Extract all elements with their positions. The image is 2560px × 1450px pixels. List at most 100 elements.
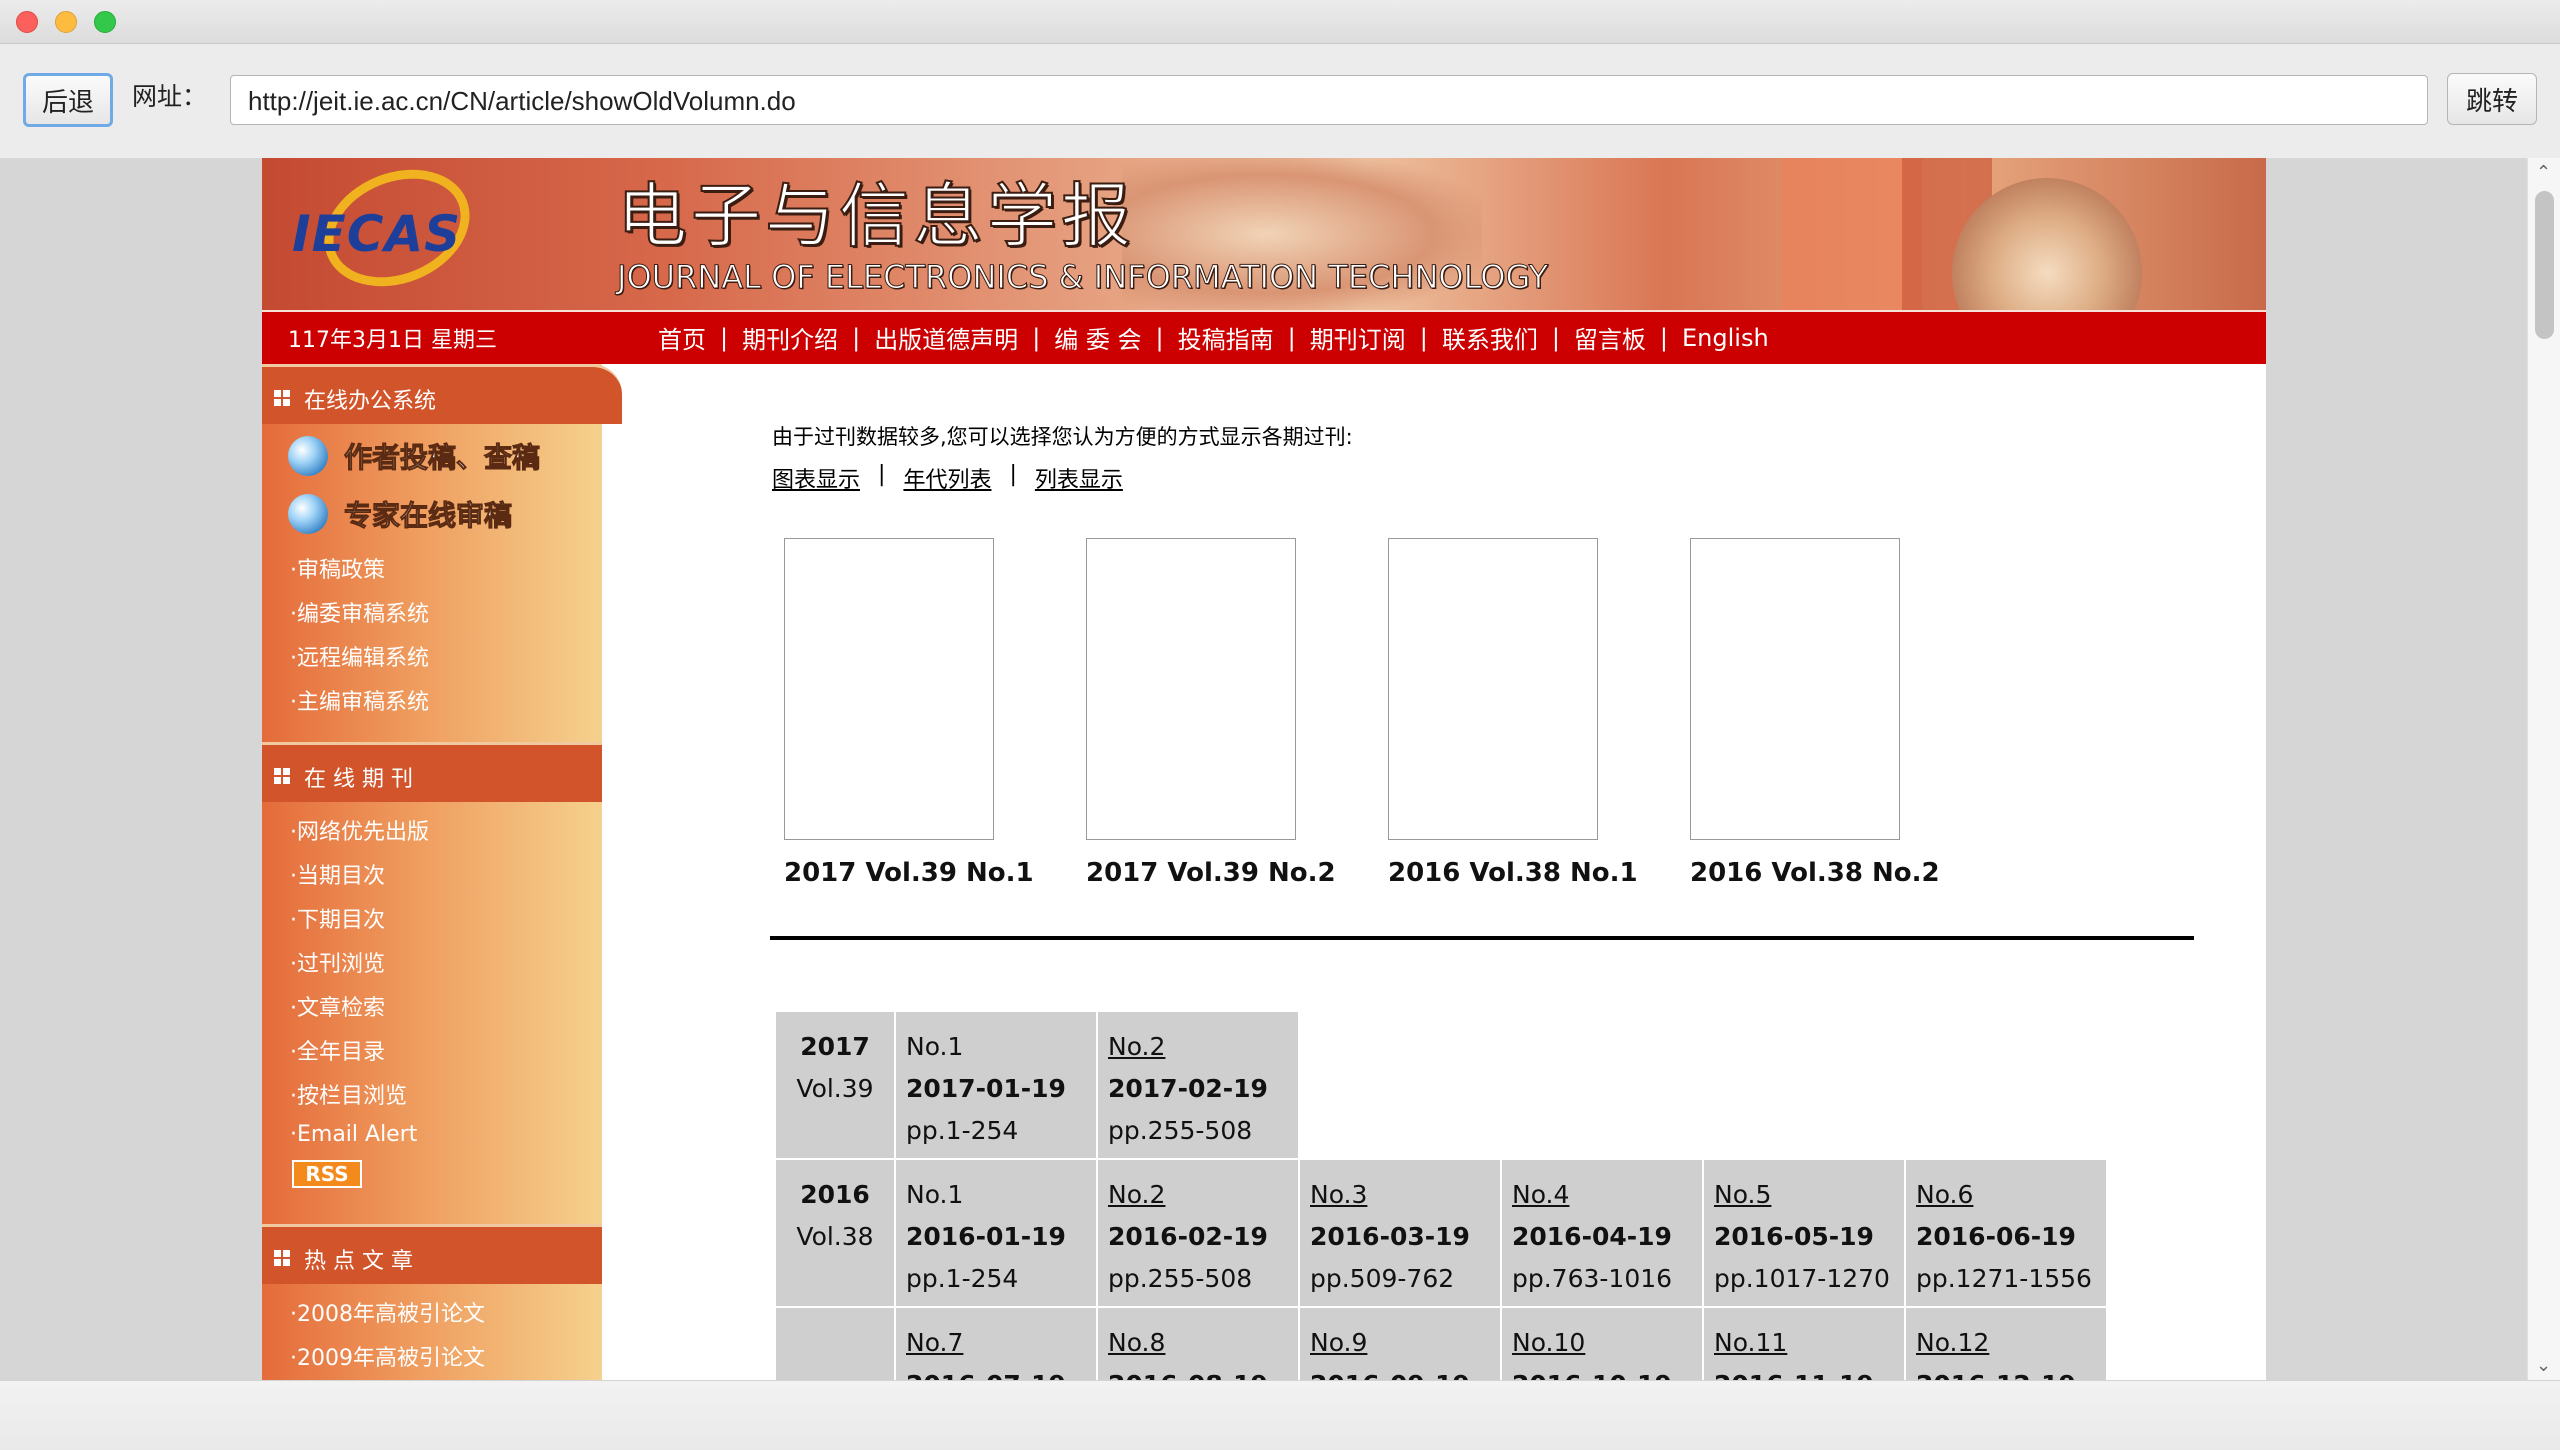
sidebar-link-review-policy[interactable]: ·审稿政策 [290, 552, 385, 584]
nav-submission-guide[interactable]: 投稿指南 [1178, 320, 1274, 355]
issue-number-link[interactable]: No.4 [1512, 1174, 1692, 1216]
issue-cell[interactable]: No.3 2016-03-19 pp.509-762 [1300, 1160, 1500, 1306]
go-button[interactable]: 跳转 [2447, 73, 2537, 125]
nav-links: 首页 | 期刊介绍 | 出版道德声明 | 编 委 会 | 投稿指南 | 期刊订阅 | 联系我… [658, 320, 1769, 355]
issue-number-link[interactable]: No.6 [1916, 1174, 2096, 1216]
issue-cell[interactable]: No.12 2016-12-19 [1906, 1308, 2106, 1380]
sidebar-link-next-issue[interactable]: ·下期目次 [290, 902, 385, 934]
sidebar-link-current-issue[interactable]: ·当期目次 [290, 858, 385, 890]
grid-icon [274, 768, 290, 784]
issue-cover-label[interactable]: 2017 Vol.39 No.1 [784, 858, 1034, 888]
minimize-window-button[interactable] [55, 11, 77, 33]
issue-pages: pp.255-508 [1108, 1116, 1253, 1145]
volume-label: Vol.39 [796, 1074, 874, 1103]
table-row: No.7 2016-07-19 No.8 2016-08-19 No.9 201… [776, 1308, 2106, 1380]
issue-number-link[interactable]: No.9 [1310, 1322, 1490, 1364]
rss-button[interactable]: RSS [292, 1160, 362, 1188]
nav-message-board[interactable]: 留言板 [1574, 320, 1646, 355]
nav-separator: | [1287, 323, 1296, 352]
sidebar-link-editor-review[interactable]: ·编委审稿系统 [290, 596, 429, 628]
journal-section-title: 在 线 期 刊 [304, 767, 413, 792]
sidebar-link-annual-index[interactable]: ·全年目录 [290, 1034, 385, 1066]
issue-cover-label[interactable]: 2016 Vol.38 No.1 [1388, 858, 1638, 888]
sidebar-link-email-alert[interactable]: ·Email Alert [290, 1122, 417, 1147]
issue-cell[interactable]: No.1 2016-01-19 pp.1-254 [896, 1160, 1096, 1306]
nav-home[interactable]: 首页 [658, 320, 706, 355]
issue-cell[interactable]: No.7 2016-07-19 [896, 1308, 1096, 1380]
issue-number: No.1 [906, 1032, 964, 1061]
zoom-window-button[interactable] [94, 11, 116, 33]
issue-number-link[interactable]: No.11 [1714, 1322, 1894, 1364]
issue-date: 2016-11-19 [1714, 1364, 1894, 1380]
issue-number-link[interactable]: No.8 [1108, 1322, 1288, 1364]
sidebar-link-article-search[interactable]: ·文章检索 [290, 990, 385, 1022]
author-submit-link[interactable]: 作者投稿、查稿 [288, 436, 541, 476]
sidebar-link-past-issues[interactable]: ·过刊浏览 [290, 946, 385, 978]
issue-cell[interactable]: No.9 2016-09-19 [1300, 1308, 1500, 1380]
issue-cell[interactable]: No.5 2016-05-19 pp.1017-1270 [1704, 1160, 1904, 1306]
sidebar-link-browse-by-column[interactable]: ·按栏目浏览 [290, 1078, 407, 1110]
issue-cell[interactable]: No.8 2016-08-19 [1098, 1308, 1298, 1380]
issue-number-link[interactable]: No.2 [1108, 1026, 1288, 1068]
close-window-button[interactable] [16, 11, 38, 33]
scroll-down-arrow-icon[interactable]: ⌄ [2536, 1355, 2551, 1376]
view-chart-link[interactable]: 图表显示 [772, 462, 860, 494]
issue-number-link[interactable]: No.10 [1512, 1322, 1692, 1364]
nav-journal-intro[interactable]: 期刊介绍 [742, 320, 838, 355]
sidebar-link-chief-review[interactable]: ·主编审稿系统 [290, 684, 429, 716]
issue-pages: pp.255-508 [1108, 1264, 1253, 1293]
author-icon [288, 436, 328, 476]
office-section-title: 在线办公系统 [304, 389, 437, 414]
view-separator: | [878, 462, 886, 487]
journal-title-cn: 电子与信息学报 [616, 174, 1135, 258]
archive-intro-text: 由于过刊数据较多,您可以选择您认为方便的方式显示各期过刊: [772, 425, 1353, 449]
issue-number-link[interactable]: No.2 [1108, 1174, 1288, 1216]
hot-section-title: 热 点 文 章 [304, 1249, 413, 1274]
iecas-logo[interactable]: IECAS [282, 158, 488, 308]
issue-cover-label[interactable]: 2016 Vol.38 No.2 [1690, 858, 1940, 888]
issue-number-link[interactable]: No.5 [1714, 1174, 1894, 1216]
view-list-link[interactable]: 列表显示 [1035, 462, 1123, 494]
year-label: 2016 [800, 1180, 870, 1209]
nav-english[interactable]: English [1682, 324, 1769, 352]
sidebar-link-online-first[interactable]: ·网络优先出版 [290, 814, 429, 846]
back-button[interactable]: 后退 [23, 73, 113, 127]
expert-review-link[interactable]: 专家在线审稿 [288, 494, 513, 534]
issue-cover-image[interactable] [1086, 538, 1296, 840]
issue-date: 2016-09-19 [1310, 1364, 1490, 1380]
url-input[interactable]: http://jeit.ie.ac.cn/CN/article/showOldV… [230, 75, 2428, 125]
volume-label: Vol.38 [796, 1222, 874, 1251]
site-banner: IECAS 电子与信息学报 JOURNAL OF ELECTRONICS & I… [262, 158, 2266, 310]
issue-number-link[interactable]: No.12 [1916, 1322, 2096, 1364]
nav-subscribe[interactable]: 期刊订阅 [1310, 320, 1406, 355]
issue-cover-image[interactable] [1388, 538, 1598, 840]
issue-cover-image[interactable] [784, 538, 994, 840]
sidebar-link-remote-editing[interactable]: ·远程编辑系统 [290, 640, 429, 672]
issue-cell[interactable]: No.4 2016-04-19 pp.763-1016 [1502, 1160, 1702, 1306]
sidebar-link-2009-cited[interactable]: ·2009年高被引论文 [290, 1340, 485, 1372]
issue-cover-label[interactable]: 2017 Vol.39 No.2 [1086, 858, 1336, 888]
scroll-up-arrow-icon[interactable]: ⌃ [2536, 162, 2551, 183]
issue-pages: pp.509-762 [1310, 1264, 1455, 1293]
empty-cell [1502, 1012, 1702, 1158]
vertical-scrollbar[interactable]: ⌃ ⌄ [2527, 158, 2560, 1380]
sidebar-link-2008-cited[interactable]: ·2008年高被引论文 [290, 1296, 485, 1328]
issue-cell[interactable]: No.11 2016-11-19 [1704, 1308, 1904, 1380]
issue-cell[interactable]: No.2 2017-02-19 pp.255-508 [1098, 1012, 1298, 1158]
empty-cell [1704, 1012, 1904, 1158]
nav-ethics[interactable]: 出版道德声明 [874, 320, 1018, 355]
issue-cell[interactable]: No.6 2016-06-19 pp.1271-1556 [1906, 1160, 2106, 1306]
issue-cover-image[interactable] [1690, 538, 1900, 840]
issue-cell[interactable]: No.2 2016-02-19 pp.255-508 [1098, 1160, 1298, 1306]
nav-editorial-board[interactable]: 编 委 会 [1054, 320, 1141, 355]
view-by-year-link[interactable]: 年代列表 [903, 462, 991, 494]
nav-contact[interactable]: 联系我们 [1442, 320, 1538, 355]
issue-cell[interactable]: No.1 2017-01-19 pp.1-254 [896, 1012, 1096, 1158]
issue-date: 2016-03-19 [1310, 1222, 1470, 1251]
view-separator: | [1009, 462, 1017, 487]
scrollbar-thumb[interactable] [2535, 191, 2554, 339]
issue-number-link[interactable]: No.3 [1310, 1174, 1490, 1216]
issue-cell[interactable]: No.10 2016-10-19 [1502, 1308, 1702, 1380]
grid-icon [274, 390, 290, 406]
issue-number-link[interactable]: No.7 [906, 1322, 1086, 1364]
